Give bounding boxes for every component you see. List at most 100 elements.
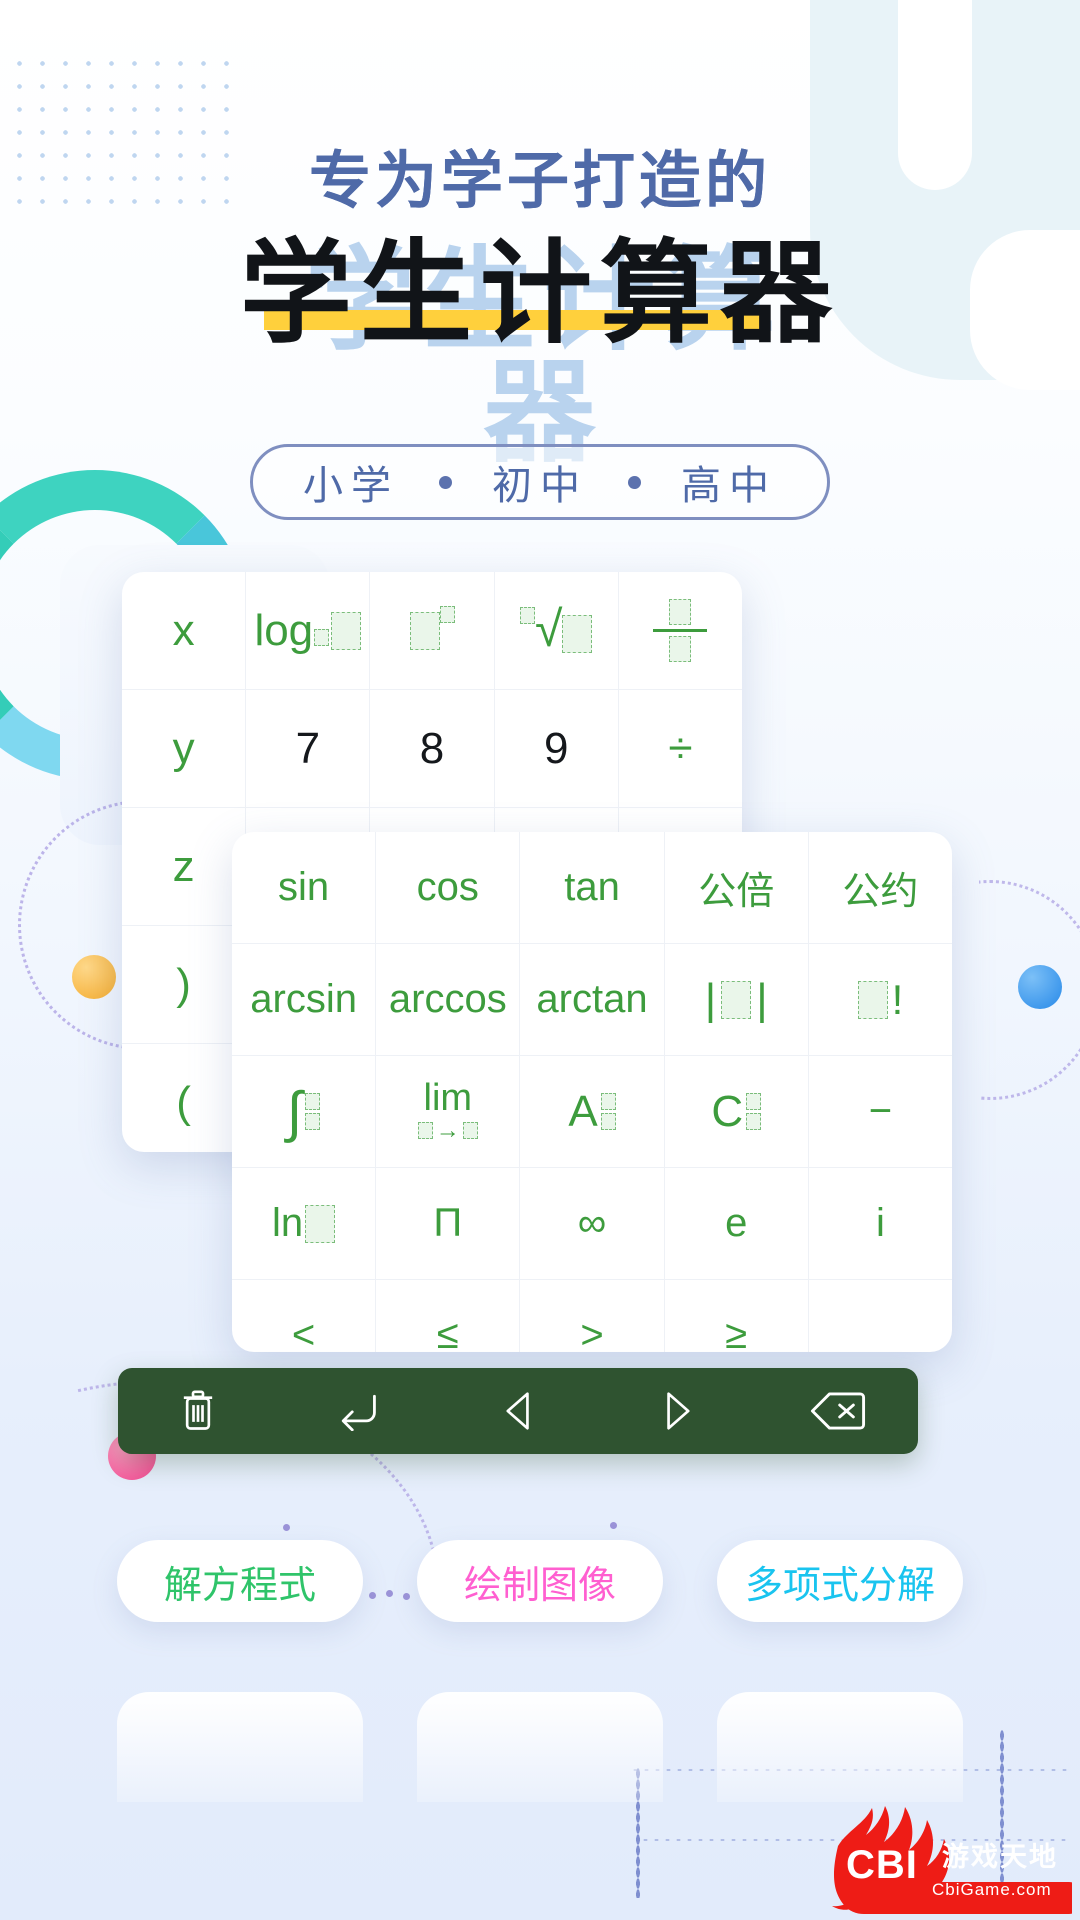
action-chip-row[interactable]: 解方程式 绘制图像 多项式分解 — [0, 1540, 1080, 1660]
fraction-bar-icon — [653, 629, 708, 632]
placeholder-box-icon — [331, 611, 362, 650]
key-cos[interactable]: cos — [376, 832, 521, 944]
key-minus[interactable]: − — [808, 1056, 952, 1168]
key-gcd[interactable]: 公约 — [808, 832, 952, 944]
placeholder-box-icon — [305, 1113, 321, 1130]
bullet-dot-icon — [628, 475, 641, 489]
keypad-row: < ≤ > ≥ — [232, 1280, 952, 1352]
key-arctan[interactable]: arctan — [520, 944, 665, 1056]
watermark-url: CbiGame.com — [932, 1880, 1052, 1899]
key-y[interactable]: y — [122, 690, 247, 808]
chip-label: 解方程式 — [163, 1564, 316, 1607]
move-left-button[interactable] — [483, 1381, 553, 1441]
grade-item-primary: 小学 — [303, 464, 399, 508]
keypad-row: y 7 8 9 ÷ — [122, 690, 742, 808]
watermark-site-name: 游戏天地 — [942, 1842, 1058, 1872]
headline-title-text: 学生计算器 — [240, 231, 840, 356]
key-greater-than[interactable]: > — [520, 1280, 665, 1352]
grade-item-middle: 初中 — [492, 464, 588, 508]
blue-ball-decoration — [1018, 965, 1062, 1009]
key-less-than[interactable]: < — [232, 1280, 377, 1352]
key-absolute-value[interactable]: | | — [664, 944, 809, 1056]
placeholder-box-icon — [562, 614, 593, 653]
chip-label: 多项式分解 — [744, 1564, 935, 1607]
key-tan[interactable]: tan — [520, 832, 665, 944]
placeholder-box-icon — [314, 629, 330, 646]
headline-subtitle: 专为学子打造的 — [308, 147, 771, 216]
combination-label: C — [711, 1086, 744, 1136]
keypad-row: sin cos tan 公倍 公约 — [232, 832, 952, 944]
chip-solve-equation[interactable]: 解方程式 — [117, 1540, 363, 1622]
yellow-ball-decoration — [72, 955, 116, 999]
key-8[interactable]: 8 — [370, 690, 495, 808]
chip-polynomial-factor[interactable]: 多项式分解 — [717, 1540, 963, 1622]
key-sqrt[interactable]: √ — [494, 572, 619, 690]
key-arcsin[interactable]: arcsin — [232, 944, 377, 1056]
lim-label: lim — [423, 1076, 473, 1119]
key-log[interactable]: log — [246, 572, 371, 690]
placeholder-box-icon — [417, 1122, 433, 1139]
enter-icon — [335, 1391, 381, 1431]
key-lcm[interactable]: 公倍 — [664, 832, 809, 944]
chip-label: 绘制图像 — [463, 1564, 616, 1607]
key-ln[interactable]: ln — [232, 1168, 377, 1280]
key-infinity[interactable]: ∞ — [520, 1168, 665, 1280]
key-blank[interactable] — [809, 1280, 952, 1352]
key-permutation[interactable]: A — [520, 1056, 665, 1168]
key-log-label: log — [254, 605, 314, 655]
key-7[interactable]: 7 — [246, 690, 371, 808]
arrow-right-icon: → — [435, 1116, 460, 1144]
key-sin[interactable]: sin — [232, 832, 377, 944]
chip-draw-graph[interactable]: 绘制图像 — [417, 1540, 663, 1622]
page-title: 学生计算器 学生计算器 — [240, 238, 840, 469]
ghost-chip — [717, 1692, 963, 1802]
calculator-toolbar[interactable] — [118, 1368, 918, 1454]
key-factorial[interactable]: ! — [808, 944, 952, 1056]
key-z[interactable]: z — [122, 808, 247, 926]
ln-label: ln — [272, 1201, 304, 1245]
placeholder-box-icon — [305, 1204, 336, 1243]
key-integral[interactable]: ∫ — [232, 1056, 377, 1168]
key-product[interactable]: Π — [376, 1168, 521, 1280]
placeholder-box-icon — [600, 1093, 616, 1110]
key-greater-equal[interactable]: ≥ — [665, 1280, 809, 1352]
backspace-button[interactable] — [803, 1381, 873, 1441]
key-arccos[interactable]: arccos — [376, 944, 521, 1056]
keypad-front-panel[interactable]: sin cos tan 公倍 公约 arcsin arccos arctan |… — [232, 832, 952, 1352]
headline-title-wrap: 学生计算器 学生计算器 — [0, 238, 1080, 469]
bullet-dot-icon — [439, 475, 452, 489]
key-fraction[interactable] — [618, 572, 742, 690]
ghost-chip — [117, 1692, 363, 1802]
integral-icon: ∫ — [286, 1079, 303, 1143]
key-power[interactable] — [370, 572, 495, 690]
key-combination[interactable]: C — [664, 1056, 809, 1168]
placeholder-box-icon — [746, 1113, 762, 1130]
key-less-equal[interactable]: ≤ — [376, 1280, 521, 1352]
key-imaginary-i[interactable]: i — [808, 1168, 952, 1280]
watermark-brand: CBI — [846, 1843, 918, 1887]
key-paren-open[interactable]: ( — [122, 1044, 247, 1152]
key-limit[interactable]: lim → — [376, 1056, 521, 1168]
key-euler-e[interactable]: e — [664, 1168, 809, 1280]
placeholder-box-icon — [669, 636, 692, 662]
keypad-row: arcsin arccos arctan | | ! — [232, 944, 952, 1056]
enter-button[interactable] — [323, 1381, 393, 1441]
key-x[interactable]: x — [122, 572, 247, 690]
trash-button[interactable] — [163, 1381, 233, 1441]
placeholder-box-icon — [600, 1113, 616, 1130]
watermark: CBI 游戏天地 CbiGame.com — [824, 1794, 1072, 1914]
placeholder-box-icon — [409, 611, 440, 650]
key-9[interactable]: 9 — [494, 690, 619, 808]
placeholder-box-icon — [669, 599, 692, 625]
grade-level-pill[interactable]: 小学 初中 高中 — [250, 444, 830, 520]
vertical-bar-icon: | — [704, 974, 717, 1024]
placeholder-box-icon — [305, 1093, 321, 1110]
ghost-chip — [417, 1692, 663, 1802]
ghost-chip-row — [0, 1692, 1080, 1802]
key-divide[interactable]: ÷ — [618, 690, 742, 808]
key-paren-close[interactable]: ) — [122, 926, 247, 1044]
factorial-label: ! — [891, 975, 904, 1023]
arrow-right-icon — [660, 1389, 696, 1433]
keypad-row: ln Π ∞ e i — [232, 1168, 952, 1280]
move-right-button[interactable] — [643, 1381, 713, 1441]
